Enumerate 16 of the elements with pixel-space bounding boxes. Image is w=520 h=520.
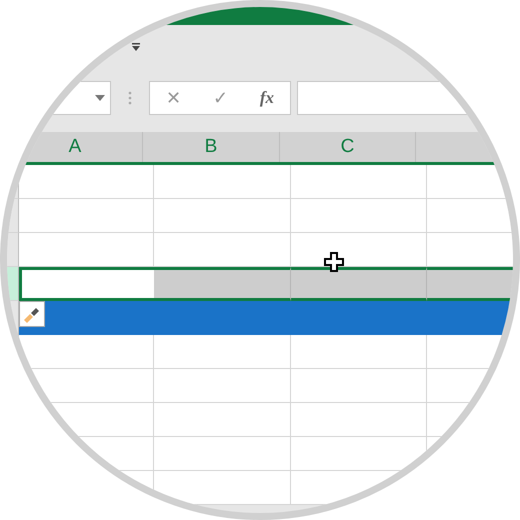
cancel-button[interactable]: ✕ bbox=[166, 87, 181, 109]
cell[interactable] bbox=[154, 267, 291, 301]
row-header[interactable] bbox=[7, 233, 19, 267]
row-header[interactable] bbox=[7, 199, 19, 233]
cell[interactable] bbox=[19, 301, 154, 335]
paste-options-button[interactable] bbox=[19, 301, 45, 327]
dropdown-icon[interactable] bbox=[94, 94, 106, 102]
grip-icon bbox=[128, 90, 132, 106]
cell[interactable] bbox=[19, 267, 154, 301]
enter-button[interactable]: ✓ bbox=[212, 87, 228, 109]
cell[interactable] bbox=[291, 267, 427, 301]
customize-icon[interactable] bbox=[131, 43, 141, 53]
cursor-icon bbox=[323, 251, 345, 273]
column-header[interactable]: C bbox=[280, 132, 416, 162]
insert-function-button[interactable]: fx bbox=[260, 88, 274, 108]
column-header[interactable]: B bbox=[143, 132, 280, 162]
